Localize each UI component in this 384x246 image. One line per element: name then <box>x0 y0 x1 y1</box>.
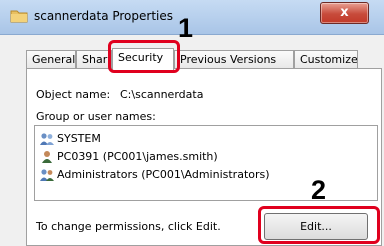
tab-security[interactable]: Security <box>112 48 174 70</box>
user-name-system: SYSTEM <box>57 132 101 145</box>
tab-security-label: Security <box>118 51 164 64</box>
tab-customize-label: Customize <box>300 53 358 66</box>
tab-previous-versions-label: Previous Versions <box>180 53 277 66</box>
object-name-label: Object name: <box>36 88 111 101</box>
callout-number-2: 2 <box>311 175 327 205</box>
properties-window: scannerdata Properties x General Sharing… <box>0 0 384 246</box>
tab-sharing[interactable]: Sharing <box>76 50 112 68</box>
tab-general-label: General <box>32 53 76 66</box>
group-label: Group or user names: <box>36 110 156 123</box>
user-icon <box>42 151 52 163</box>
window-title: scannerdata Properties <box>34 9 174 23</box>
callout-number-1: 1 <box>178 13 194 43</box>
object-name-value: C:\scannerdata <box>120 88 204 101</box>
tab-sharing-label: Sharing <box>82 53 111 66</box>
tab-customize[interactable]: Customize <box>294 50 358 68</box>
close-button[interactable]: x <box>320 2 369 24</box>
user-name-administrators: Administrators (PC001\Administrators) <box>57 168 270 181</box>
tab-general[interactable]: General <box>26 50 76 68</box>
change-permissions-text: To change permissions, click Edit. <box>36 220 221 233</box>
user-list[interactable]: SYSTEM PC0391 (PC001\james.smith) Admini… <box>34 125 378 201</box>
user-group-icon <box>40 133 54 145</box>
user-name-james-smith: PC0391 (PC001\james.smith) <box>57 150 218 163</box>
edit-button[interactable]: Edit... <box>264 213 368 240</box>
user-group-icon <box>40 169 54 181</box>
tab-previous-versions[interactable]: Previous Versions <box>174 50 294 68</box>
folder-icon <box>10 10 28 23</box>
